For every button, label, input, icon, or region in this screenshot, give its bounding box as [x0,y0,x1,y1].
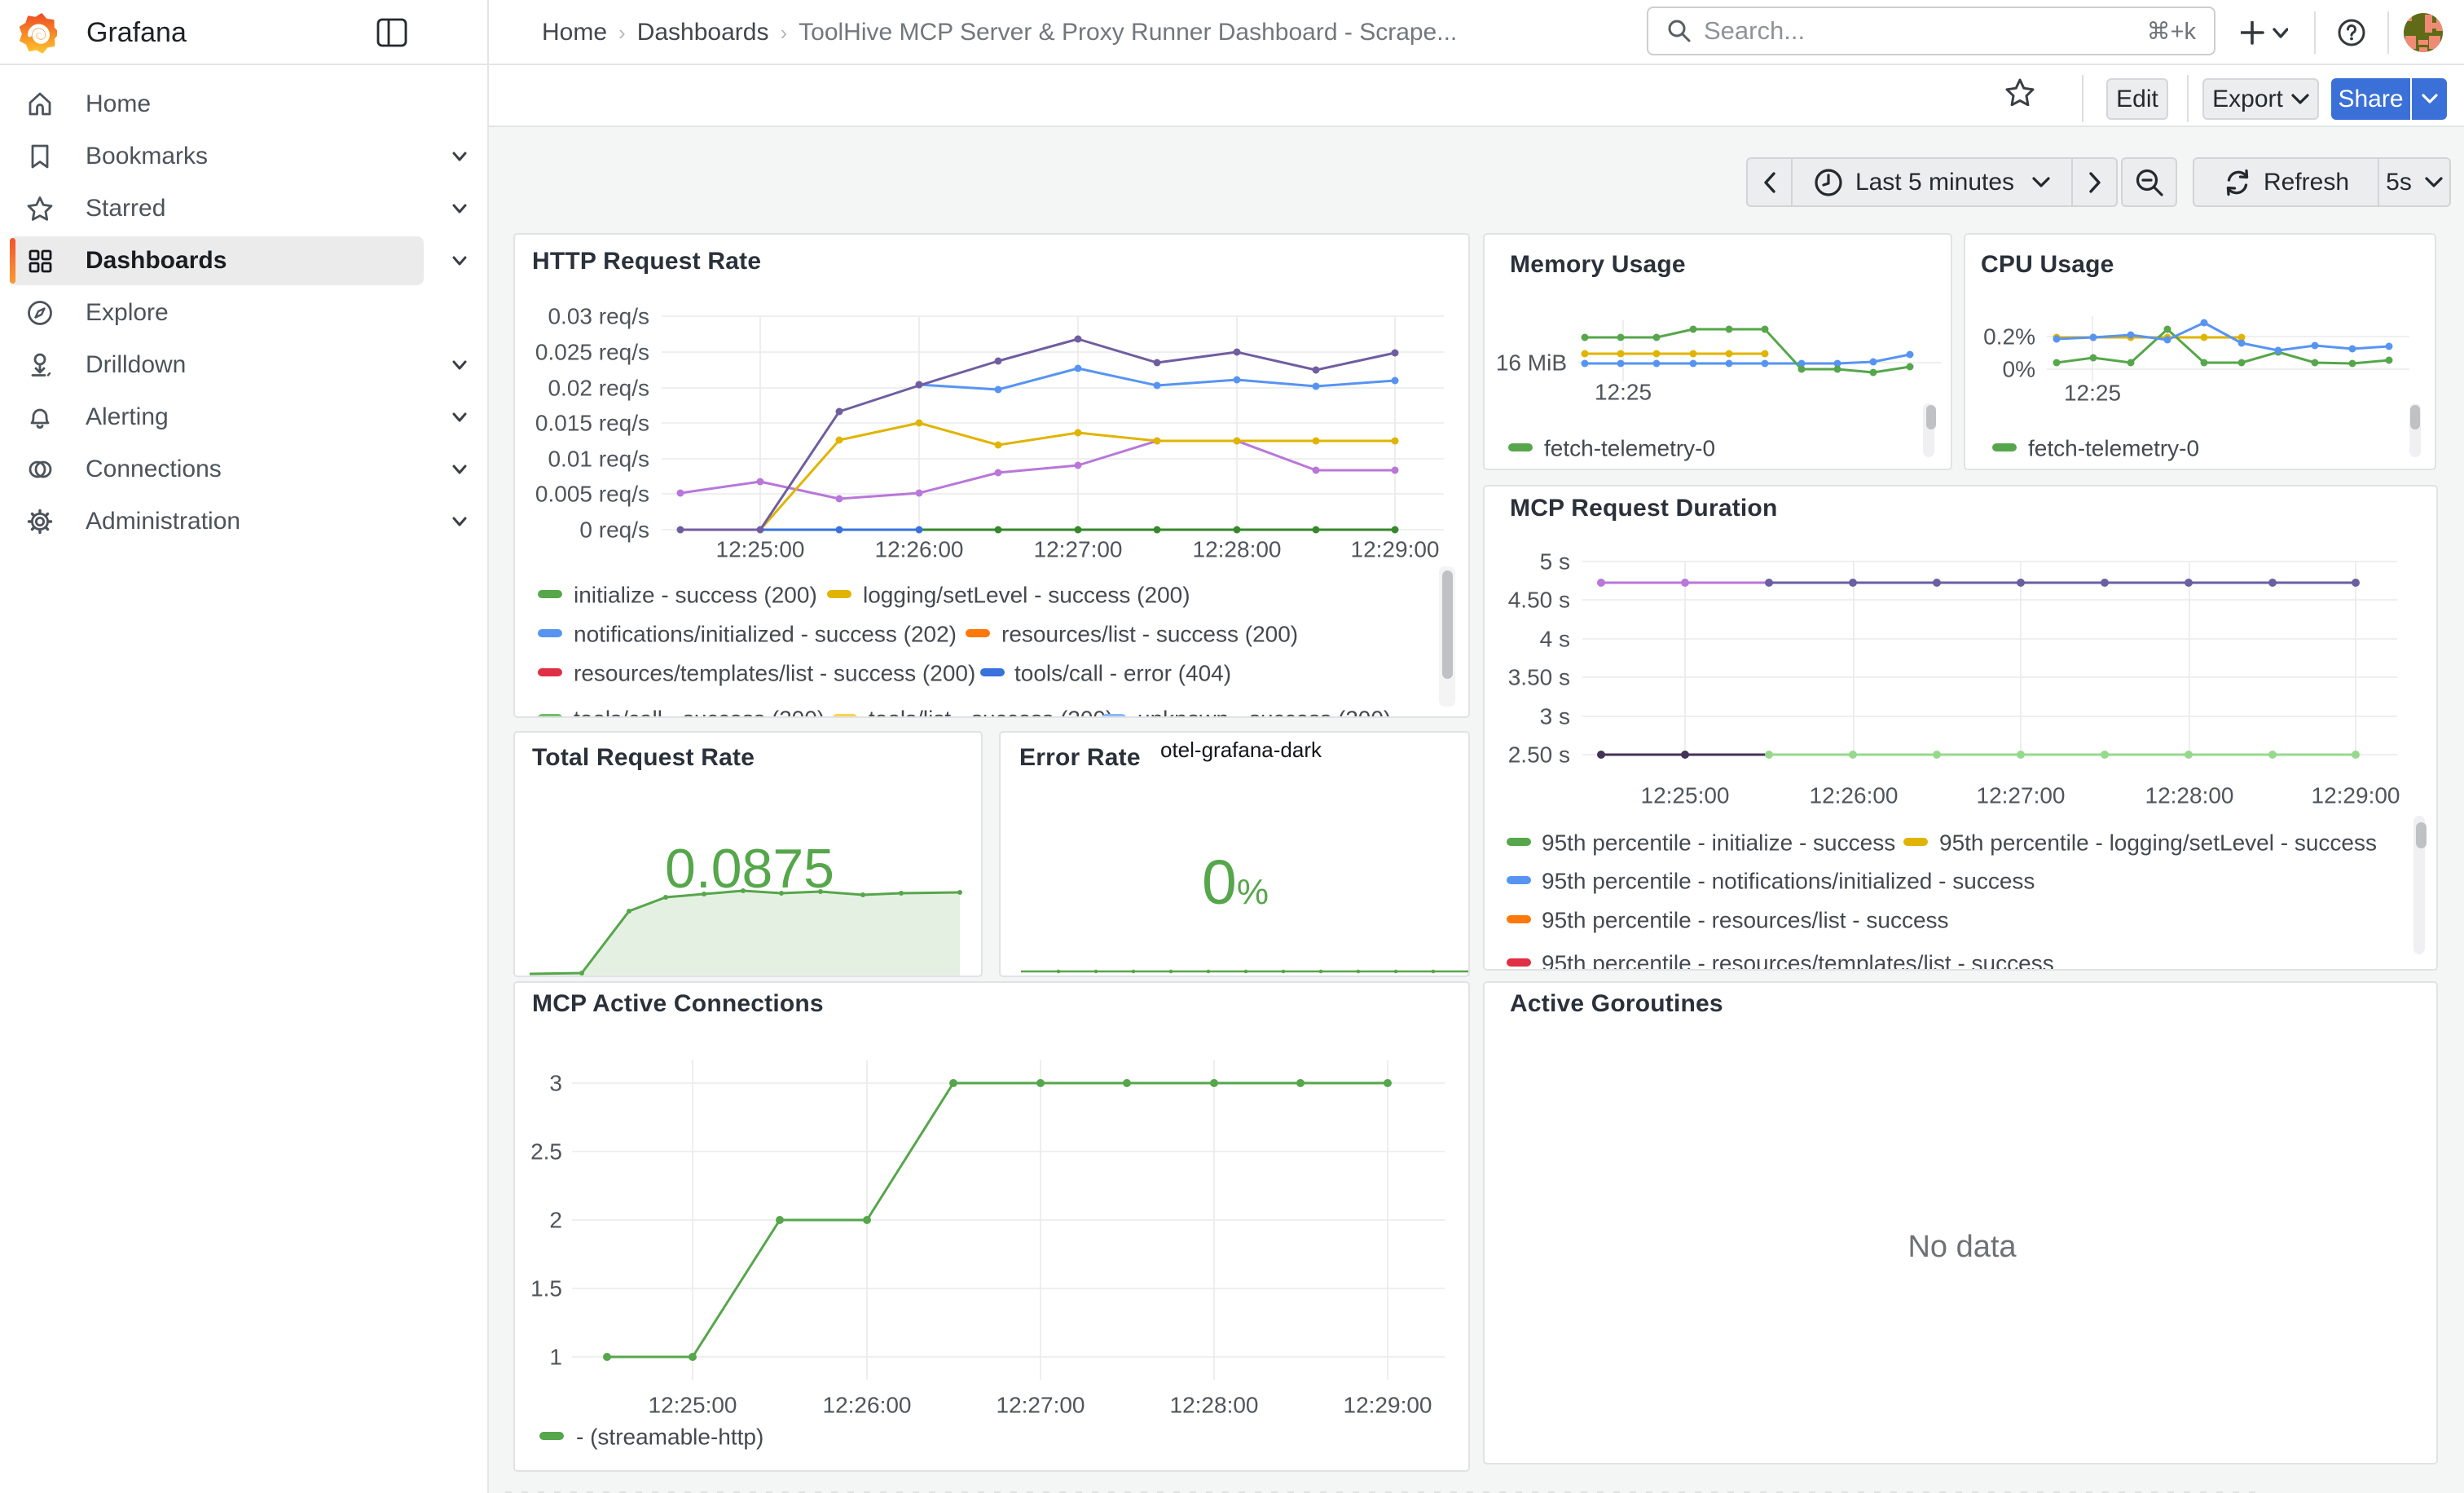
svg-text:12:25: 12:25 [1595,380,1652,405]
svg-text:0.03 req/s: 0.03 req/s [548,304,649,329]
svg-text:5 s: 5 s [1540,549,1570,575]
svg-text:fetch-telemetry-0: fetch-telemetry-0 [2028,436,2199,461]
svg-text:0 req/s: 0 req/s [579,517,649,543]
svg-text:12:28:00: 12:28:00 [1193,537,1282,562]
svg-text:95th percentile - notification: 95th percentile - notifications/initiali… [1542,869,2035,894]
svg-text:0.005 req/s: 0.005 req/s [535,482,649,507]
svg-text:logging/setLevel - success (20: logging/setLevel - success (200) [863,583,1190,608]
svg-text:12:26:00: 12:26:00 [1810,783,1899,808]
svg-text:12:28:00: 12:28:00 [1170,1393,1259,1418]
svg-text:0.01 req/s: 0.01 req/s [548,447,649,472]
svg-text:1.5: 1.5 [530,1276,562,1301]
svg-text:fetch-telemetry-0: fetch-telemetry-0 [1544,436,1715,461]
svg-text:4 s: 4 s [1540,627,1570,652]
svg-text:resources/templates/list - suc: resources/templates/list - success (200) [574,661,975,686]
svg-text:0.2%: 0.2% [1983,324,2035,350]
svg-text:tools/call - error (404): tools/call - error (404) [1014,661,1231,686]
svg-text:95th percentile - logging/setL: 95th percentile - logging/setLevel - suc… [1939,830,2377,856]
svg-text:12:27:00: 12:27:00 [997,1393,1085,1418]
svg-text:tools/list - success (200): tools/list - success (200) [869,707,1113,717]
svg-text:12:27:00: 12:27:00 [1977,783,2066,808]
svg-text:12:29:00: 12:29:00 [1344,1393,1432,1418]
svg-text:12:28:00: 12:28:00 [2145,783,2234,808]
svg-text:2.5: 2.5 [530,1139,562,1165]
svg-text:2.50 s: 2.50 s [1508,742,1570,768]
svg-text:3.50 s: 3.50 s [1508,665,1570,690]
svg-text:3: 3 [549,1071,562,1096]
svg-text:16 MiB: 16 MiB [1496,350,1567,376]
svg-text:0%: 0% [2003,357,2035,382]
svg-text:resources/list - success (200): resources/list - success (200) [1001,622,1298,647]
svg-text:4.50 s: 4.50 s [1508,588,1570,613]
svg-text:0.025 req/s: 0.025 req/s [535,340,649,365]
svg-text:12:25:00: 12:25:00 [649,1393,737,1418]
svg-text:95th percentile - resources/te: 95th percentile - resources/templates/li… [1542,951,2054,970]
svg-text:0.015 req/s: 0.015 req/s [535,411,649,436]
svg-text:tools/call - success (200): tools/call - success (200) [574,707,825,717]
svg-text:12:26:00: 12:26:00 [823,1393,912,1418]
svg-text:12:25:00: 12:25:00 [1641,783,1730,808]
svg-text:0.02 req/s: 0.02 req/s [548,376,649,401]
svg-text:- (streamable-http): - (streamable-http) [576,1425,763,1450]
svg-text:1: 1 [549,1345,562,1370]
svg-text:12:25:00: 12:25:00 [716,537,805,562]
svg-text:initialize - success (200): initialize - success (200) [574,583,817,608]
svg-text:3 s: 3 s [1540,704,1570,729]
svg-text:12:25: 12:25 [2064,381,2121,406]
svg-text:12:26:00: 12:26:00 [875,537,964,562]
svg-text:95th percentile - initialize -: 95th percentile - initialize - success [1542,830,1895,856]
svg-text:12:29:00: 12:29:00 [2312,783,2400,808]
svg-text:12:27:00: 12:27:00 [1034,537,1123,562]
svg-text:unknown - success (200): unknown - success (200) [1137,707,1391,717]
svg-text:notifications/initialized - su: notifications/initialized - success (202… [574,622,957,647]
svg-text:95th percentile - resources/li: 95th percentile - resources/list - succe… [1542,908,1949,933]
svg-text:12:29:00: 12:29:00 [1351,537,1440,562]
svg-text:2: 2 [549,1208,562,1233]
